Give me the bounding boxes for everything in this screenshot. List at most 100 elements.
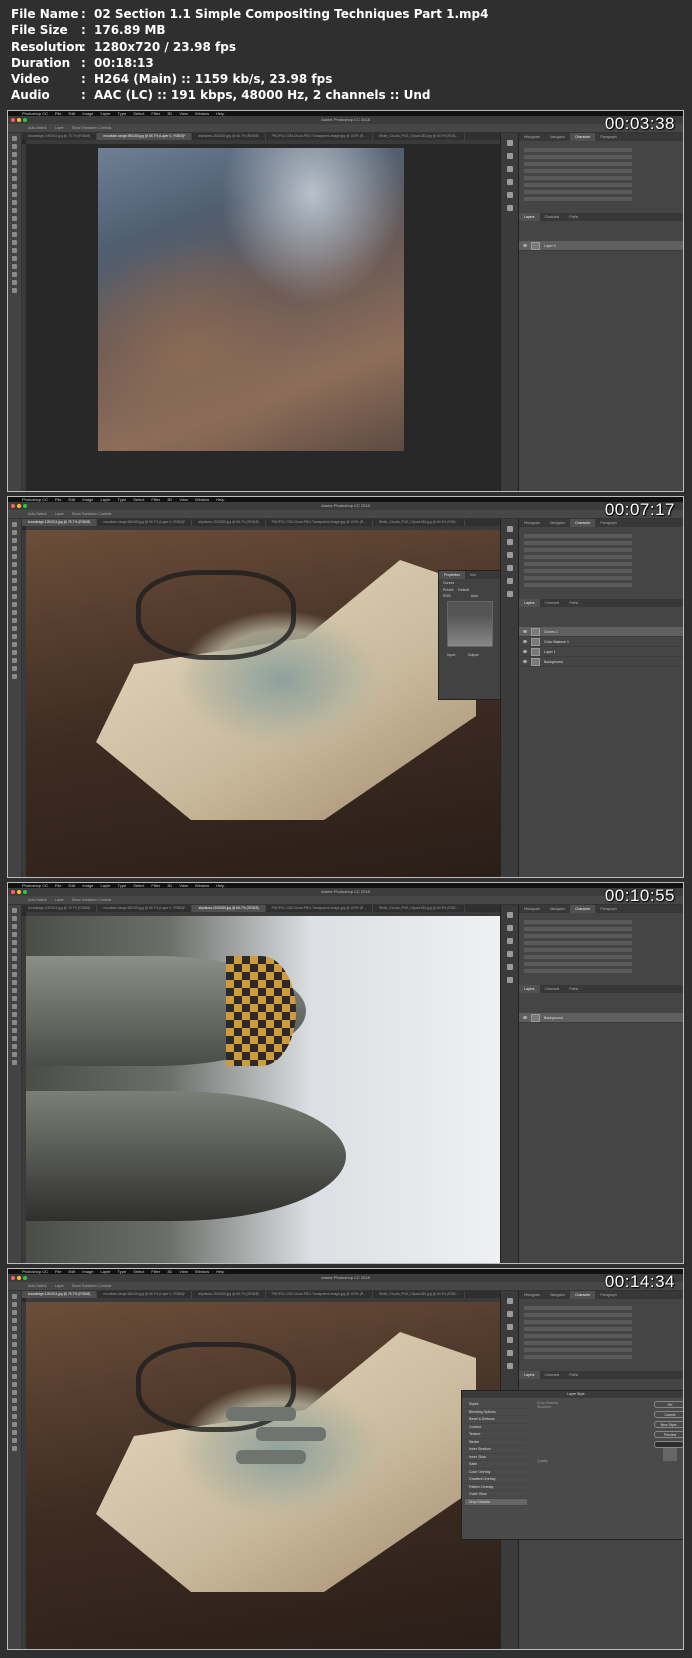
brush-tool-icon[interactable] (12, 578, 17, 583)
style-item[interactable]: Color Overlay (465, 1469, 527, 1476)
option-0[interactable]: Auto-Select: (28, 124, 47, 132)
zoom-tool-icon[interactable] (12, 1446, 17, 1451)
history-icon[interactable] (506, 912, 513, 918)
move-tool-icon[interactable] (12, 1294, 17, 1299)
brush-tool-icon[interactable] (12, 192, 17, 197)
pen-tool-icon[interactable] (12, 1020, 17, 1025)
history-brush-tool-icon[interactable] (12, 208, 17, 213)
character-control[interactable] (524, 1355, 632, 1359)
blur-tool-icon[interactable] (12, 1004, 17, 1009)
panel-tab[interactable]: Paths (564, 985, 583, 993)
history-icon[interactable] (506, 140, 513, 146)
eye-icon[interactable] (523, 244, 527, 247)
panel-tab[interactable]: Channels (540, 985, 565, 993)
panel-tab[interactable]: Histogram (519, 519, 545, 527)
character-control[interactable] (524, 934, 632, 938)
character-control[interactable] (524, 955, 632, 959)
brush-tool-icon[interactable] (12, 964, 17, 969)
layer-comps-icon[interactable] (506, 977, 513, 983)
dialog-button[interactable]: Cancel (654, 1411, 683, 1418)
properties-icon[interactable] (506, 1311, 513, 1317)
eye-icon[interactable] (523, 640, 527, 643)
dodge-tool-icon[interactable] (12, 240, 17, 245)
document-canvas[interactable] (26, 1302, 500, 1649)
history-icon[interactable] (506, 1298, 513, 1304)
gradient-tool-icon[interactable] (12, 996, 17, 1001)
blur-tool-icon[interactable] (12, 232, 17, 237)
character-control[interactable] (524, 948, 632, 952)
minimize-button[interactable] (17, 1276, 21, 1280)
style-item[interactable]: Blending Options (465, 1409, 527, 1416)
document-tab[interactable]: knowledge-1091011.jpg @ 75.7% (RGB/8) (22, 1291, 98, 1298)
character-control[interactable] (524, 1327, 632, 1331)
character-control[interactable] (524, 1334, 632, 1338)
option-0[interactable]: Auto-Select: (28, 1282, 47, 1290)
zoom-button[interactable] (23, 1276, 27, 1280)
eyedropper-tool-icon[interactable] (12, 1334, 17, 1339)
panel-tab[interactable]: Paths (564, 1371, 583, 1379)
brush-settings-icon[interactable] (506, 951, 513, 957)
style-item[interactable]: Drop Shadow (465, 1498, 527, 1506)
panel-tab[interactable]: Character (569, 1291, 596, 1299)
panel-tab[interactable]: Character (569, 133, 596, 141)
character-control[interactable] (524, 1348, 632, 1352)
type-tool-icon[interactable] (12, 1028, 17, 1033)
panel-tab[interactable]: Navigator (545, 519, 570, 527)
history-brush-tool-icon[interactable] (12, 594, 17, 599)
gradient-tool-icon[interactable] (12, 1382, 17, 1387)
blur-tool-icon[interactable] (12, 618, 17, 623)
option-1[interactable]: Layer (55, 124, 64, 132)
layer-row[interactable]: Color Balance 1 (519, 637, 683, 647)
close-button[interactable] (11, 118, 15, 122)
healing-tool-icon[interactable] (12, 570, 17, 575)
panel-tab[interactable]: Channels (540, 1371, 565, 1379)
lasso-tool-icon[interactable] (12, 924, 17, 929)
shape-tool-icon[interactable] (12, 658, 17, 663)
character-control[interactable] (524, 183, 632, 187)
minimize-button[interactable] (17, 504, 21, 508)
layer-row[interactable]: Layer 0 (519, 241, 683, 251)
healing-tool-icon[interactable] (12, 956, 17, 961)
document-tab[interactable]: airplanes-1532080.jpg @ 66.7% (RGB/8) (192, 519, 266, 526)
option-1[interactable]: Layer (55, 896, 64, 904)
panel-tab[interactable]: Channels (540, 213, 565, 221)
document-tab[interactable]: White_Clouds_PNG_Clipart-881.jpg @ 64.9%… (373, 519, 466, 526)
eraser-tool-icon[interactable] (12, 1374, 17, 1379)
brush-tool-icon[interactable] (12, 1350, 17, 1355)
character-control[interactable] (524, 176, 632, 180)
brush-settings-icon[interactable] (506, 179, 513, 185)
character-control[interactable] (524, 162, 632, 166)
panel-tab[interactable]: Navigator (545, 133, 570, 141)
panel-tab[interactable]: Navigator (545, 1291, 570, 1299)
adjustments-icon[interactable] (506, 1324, 513, 1330)
zoom-tool-icon[interactable] (12, 1060, 17, 1065)
layer-row[interactable]: Curves 1 (519, 627, 683, 637)
actions-icon[interactable] (506, 1350, 513, 1356)
document-tab[interactable]: mountain-range-984183.jpg @ 66.7% (Layer… (97, 133, 193, 140)
character-control[interactable] (524, 541, 632, 545)
character-control[interactable] (524, 576, 632, 580)
character-control[interactable] (524, 962, 632, 966)
document-tab[interactable]: airplanes-1532080.jpg @ 66.7% (RGB/8) (192, 1291, 266, 1298)
crop-tool-icon[interactable] (12, 1326, 17, 1331)
panel-tab[interactable]: Layers (519, 985, 540, 993)
type-tool-icon[interactable] (12, 642, 17, 647)
document-tab[interactable]: knowledge-1091011.jpg @ 75.7% (RGB/8) (22, 905, 98, 912)
zoom-button[interactable] (23, 890, 27, 894)
option-2[interactable]: Show Transform Controls (72, 124, 112, 132)
history-brush-tool-icon[interactable] (12, 1366, 17, 1371)
minimize-button[interactable] (17, 118, 21, 122)
layer-row[interactable]: Layer 1 (519, 647, 683, 657)
character-control[interactable] (524, 555, 632, 559)
stamp-tool-icon[interactable] (12, 972, 17, 977)
panel-tab[interactable]: Histogram (519, 905, 545, 913)
healing-tool-icon[interactable] (12, 1342, 17, 1347)
panel-tab[interactable]: Histogram (519, 1291, 545, 1299)
brush-settings-icon[interactable] (506, 565, 513, 571)
history-icon[interactable] (506, 526, 513, 532)
style-item[interactable]: Contour (465, 1424, 527, 1431)
eyedropper-tool-icon[interactable] (12, 562, 17, 567)
move-tool-icon[interactable] (12, 522, 17, 527)
window-controls[interactable] (11, 118, 27, 122)
document-tab[interactable]: mountain-range-984183.jpg @ 66.7% (Layer… (97, 905, 193, 912)
